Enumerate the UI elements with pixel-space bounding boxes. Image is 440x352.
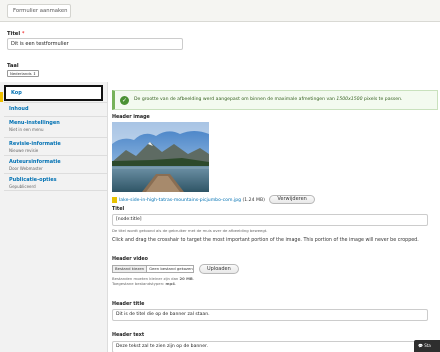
image-title-help: De titel wordt getoond als de gebruiker … (112, 228, 268, 233)
status-message-text: De grootte van de afbeelding werd aangep… (134, 97, 337, 102)
vtab-author-info-label: Auteursinformatie (9, 159, 61, 165)
status-message-dimensions: 1500x1500 (336, 97, 363, 102)
no-file-text: Geen bestand gekozen (149, 266, 193, 271)
vtab-kop[interactable]: Kop (4, 85, 103, 101)
lake-mountain-image (112, 122, 209, 192)
chevron-updown-icon: ⇕ (31, 71, 37, 76)
vtab-publishing-options-summary: Gepubliceerd (9, 184, 36, 189)
title-label-text: Titel (7, 31, 21, 37)
video-allowed-types: mp4 (165, 281, 175, 286)
check-icon: ✓ (120, 96, 129, 105)
header-title-input[interactable]: Dit is de titel die op de banner zal sta… (112, 309, 428, 321)
chat-widget-label: Sta (424, 343, 431, 348)
image-title-label: Titel (112, 207, 125, 212)
video-file-input[interactable]: Bestand kiezen Geen bestand gekozen (112, 265, 194, 273)
vtab-revision-info-summary: Nieuwe revisie (9, 148, 39, 153)
header-title-label: Header title (112, 302, 145, 307)
vtab-inhoud[interactable]: Inhoud (4, 102, 107, 115)
vtab-menu-settings[interactable]: Menu-instellingen Niet in een menu (4, 116, 107, 137)
remove-button[interactable]: Verwijderen (269, 195, 315, 204)
vtab-publishing-options-label: Publicatie-opties (9, 177, 57, 183)
vtab-kop-label: Kop (11, 90, 22, 96)
vtab-revision-info[interactable]: Revisie-informatie Nieuwe revisie (4, 137, 107, 155)
vtab-author-info[interactable]: Auteursinformatie Door Webmaster (4, 155, 107, 173)
chat-icon: 💬 (418, 343, 423, 348)
tab-content-kop: ✓ De grootte van de afbeelding werd aang… (112, 82, 440, 352)
upload-button[interactable]: Uploaden (199, 264, 239, 274)
title-label: Titel * (7, 31, 25, 37)
header-text-label: Header text (112, 333, 145, 338)
choose-file-button[interactable]: Bestand kiezen (113, 266, 148, 272)
header-video-label: Header video (112, 257, 148, 262)
top-bar: Formulier aanmaken (0, 0, 440, 22)
required-mark: * (21, 31, 25, 37)
video-type-help: Toegestane bestandstypen: mp4. (112, 281, 177, 286)
vtab-menu-settings-label: Menu-instellingen (9, 120, 60, 126)
image-file-icon (112, 196, 117, 203)
uploaded-file-size: (1.24 MB) (242, 198, 265, 203)
status-message: ✓ De grootte van de afbeelding werd aang… (112, 90, 438, 110)
video-type-help-text: Toegestane bestandstypen: (112, 281, 166, 286)
vtab-author-info-summary: Door Webmaster (9, 166, 43, 171)
vtab-inhoud-label: Inhoud (9, 106, 29, 112)
vtab-menu-settings-summary: Niet in een menu (9, 127, 44, 132)
header-image-preview[interactable] (112, 122, 209, 192)
language-label: Taal (7, 63, 19, 69)
crosshair-help: Click and drag the crosshair to target t… (112, 238, 419, 243)
status-message-suffix: pixels te passen. (362, 97, 403, 102)
accent-marker (0, 92, 3, 102)
header-image-label: Header image (112, 115, 150, 120)
language-select-value: Nederlands (10, 71, 32, 76)
chat-widget[interactable]: 💬 Sta (414, 340, 440, 352)
vtab-revision-info-label: Revisie-informatie (9, 141, 61, 147)
language-select[interactable]: Nederlands ⇕ (7, 70, 39, 77)
uploaded-file-link[interactable]: lake-side-in-high-tatras-mountains-picju… (119, 198, 241, 203)
image-title-input[interactable]: [node:title] (112, 214, 428, 226)
vtab-publishing-options[interactable]: Publicatie-opties Gepubliceerd (4, 173, 107, 191)
title-input[interactable]: Dit is een testformulier (7, 38, 183, 50)
header-text-input[interactable]: Deze tekst zal te zien zijn op de banner… (112, 341, 428, 352)
uploaded-file-row: lake-side-in-high-tatras-mountains-picju… (112, 195, 315, 205)
video-size-limit: 20 MB (179, 276, 193, 281)
tab-create-form[interactable]: Formulier aanmaken (7, 4, 71, 18)
